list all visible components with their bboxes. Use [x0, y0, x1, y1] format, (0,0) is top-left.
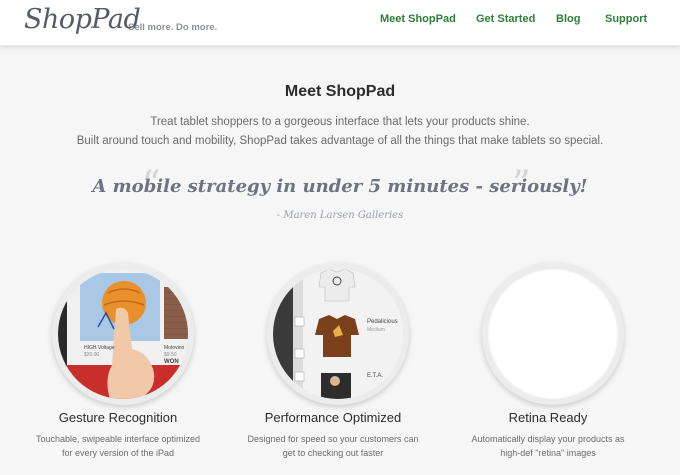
- performance-item-name: Pedalicious: [367, 319, 398, 325]
- feature-desc-retina-line-1: Automatically display your products as: [471, 434, 625, 444]
- nav-get-started[interactable]: Get Started: [476, 13, 535, 25]
- gesture-side-name: Motovino: [164, 345, 185, 351]
- feature-desc-gesture: Touchable, swipeable interface optimized…: [3, 432, 233, 460]
- feature-desc-gesture-line-1: Touchable, swipeable interface optimized: [35, 434, 201, 444]
- gesture-side-price: $9.50: [164, 352, 177, 358]
- page-title: Meet ShopPad: [284, 83, 396, 100]
- performance-shirt-list-screenshot-icon: [273, 269, 403, 399]
- gesture-side-fragment: WON: [164, 359, 179, 365]
- gesture-tablet-screenshot-icon: [58, 269, 188, 399]
- testimonial-attribution: - Maren Larsen Galleries: [276, 210, 404, 221]
- feature-desc-gesture-line-2: for every version of the iPad: [61, 448, 175, 458]
- performance-circle: Pedalicious Medium E.T.A.: [267, 263, 409, 405]
- intro-line-2: Built around touch and mobility, ShopPad…: [76, 135, 604, 147]
- feature-desc-performance-line-1: Designed for speed so your customers can: [247, 434, 419, 444]
- feature-title-gesture: Gesture Recognition: [58, 410, 178, 425]
- feature-desc-performance: Designed for speed so your customers can…: [218, 432, 448, 460]
- retina-circle-icon: [482, 263, 624, 405]
- gesture-circle: HIGH Voltage $20.00 Motovino $9.50 WON: [52, 263, 194, 405]
- performance-item-size: Medium: [367, 327, 385, 333]
- feature-desc-performance-line-2: get to checking out faster: [282, 448, 384, 458]
- tagline: Sell more. Do more.: [128, 22, 218, 33]
- nav-blog[interactable]: Blog: [556, 13, 580, 25]
- nav-support[interactable]: Support: [605, 13, 647, 25]
- gesture-product-name: HIGH Voltage: [84, 345, 115, 351]
- intro-line-1: Treat tablet shoppers to a gorgeous inte…: [150, 116, 530, 128]
- gesture-product-price: $20.00: [84, 352, 100, 358]
- feature-title-retina: Retina Ready: [508, 410, 588, 425]
- site-header: ShopPad Sell more. Do more. Meet ShopPad…: [0, 0, 680, 46]
- feature-desc-retina: Automatically display your products as h…: [433, 432, 663, 460]
- performance-item2-name: E.T.A.: [367, 373, 384, 379]
- feature-desc-retina-line-2: high-def "retina" images: [500, 448, 596, 458]
- close-quote-mark: ”: [512, 164, 531, 205]
- nav-meet-shoppad[interactable]: Meet ShopPad: [380, 13, 456, 25]
- feature-title-performance: Performance Optimized: [264, 410, 402, 425]
- testimonial-quote: A mobile strategy in under 5 minutes - s…: [92, 176, 588, 197]
- shoppad-logo[interactable]: ShopPad: [24, 4, 141, 35]
